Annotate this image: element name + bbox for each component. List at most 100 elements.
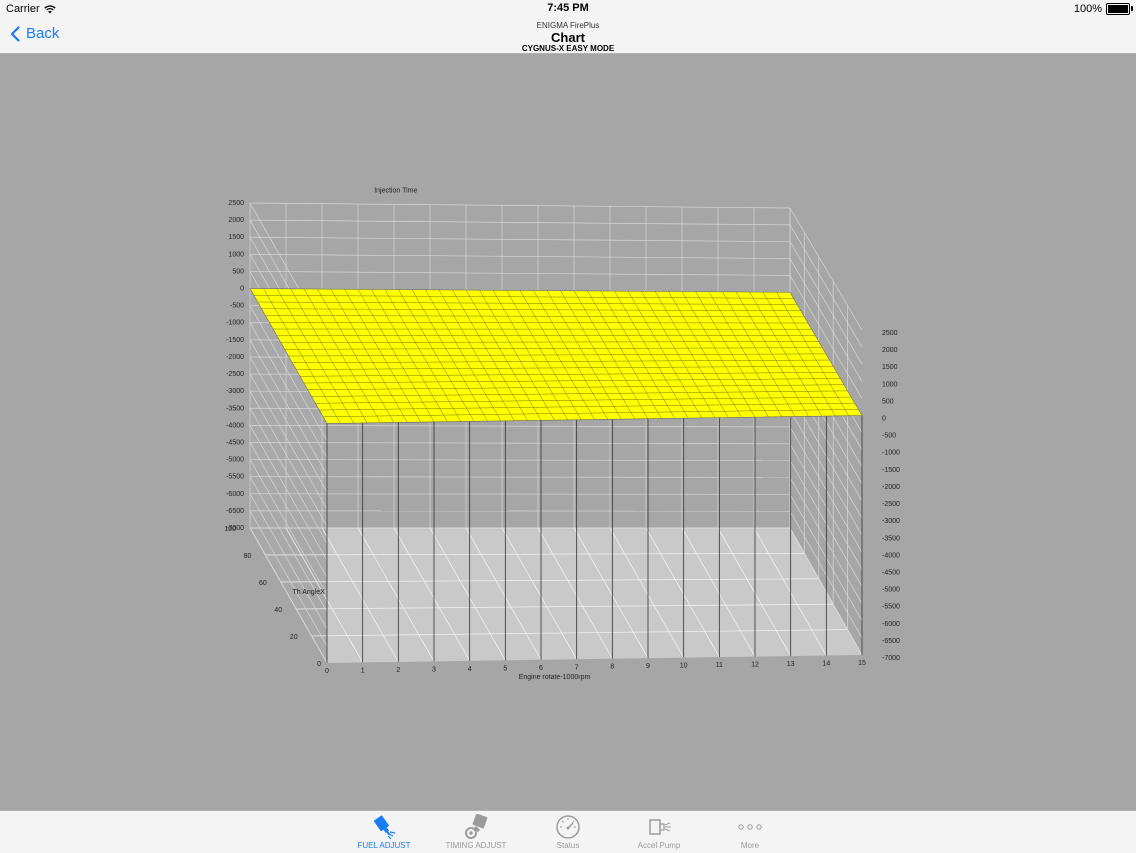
tab-label: FUEL ADJUST [339, 841, 429, 850]
chart-floor-panel [250, 528, 862, 663]
z-tick-label-right: -2000 [882, 484, 900, 491]
z-tick-label-right: -4500 [882, 569, 900, 576]
status-bar: Carrier 7:45 PM 100% [0, 0, 1136, 18]
x-tick-label: 1 [361, 667, 365, 674]
tab-fuel-adjust[interactable]: FUEL ADJUST [339, 813, 429, 850]
y-tick-label: 60 [259, 580, 267, 587]
x-tick-label: 13 [787, 661, 795, 668]
y-tick-label: 20 [290, 634, 298, 641]
z-tick-label-right: -1000 [882, 450, 900, 457]
fuel-injector-icon [370, 814, 398, 840]
battery-indicator: 100% [1074, 3, 1130, 15]
z-tick-label-left: -3000 [226, 388, 244, 395]
z-tick-label-right: -5500 [882, 604, 900, 611]
back-wall-grid-line [250, 237, 790, 241]
y-tick-label: 80 [244, 553, 252, 560]
z-tick-label-left: -6000 [226, 491, 244, 498]
x-tick-label: 9 [646, 663, 650, 670]
tab-label: Accel Pump [614, 841, 704, 850]
z-tick-label-left: 1000 [228, 251, 244, 258]
tab-label: TIMING ADJUST [431, 841, 521, 850]
z-tick-label-left: -1500 [226, 337, 244, 344]
z-tick-label-right: -3500 [882, 535, 900, 542]
battery-icon [1106, 3, 1130, 15]
z-tick-label-left: -1000 [226, 320, 244, 327]
tab-accel-pump[interactable]: Accel Pump [614, 813, 704, 850]
z-tick-label-left: -5500 [226, 474, 244, 481]
gauge-icon [554, 814, 582, 840]
tab-label: More [705, 841, 795, 850]
y-tick-label: 100 [224, 526, 236, 533]
z-tick-label-left: 2500 [228, 200, 244, 207]
z-tick-label-right: 1500 [882, 364, 898, 371]
page-title: Chart [0, 31, 1136, 44]
timing-icon [462, 814, 490, 840]
back-wall-grid-line [250, 220, 790, 225]
back-wall-grid-line [250, 442, 790, 443]
tab-bar: FUEL ADJUST TIMING ADJUST [0, 810, 1136, 853]
nav-titles: ENIGMA FirePlus Chart CYGNUS-X EASY MODE [0, 22, 1136, 53]
back-wall-grid-line [250, 203, 790, 208]
back-wall-grid-line [250, 494, 790, 495]
back-wall-grid-line [250, 425, 790, 427]
x-tick-label: 12 [751, 662, 759, 669]
z-tick-label-right: 2500 [882, 330, 898, 337]
z-tick-label-right: 500 [882, 398, 894, 405]
z-tick-label-right: -6000 [882, 621, 900, 628]
z-tick-label-right: -3000 [882, 518, 900, 525]
x-tick-label: 2 [396, 667, 400, 674]
y-axis-label: Th AngleX [292, 589, 325, 596]
x-tick-label: 10 [680, 663, 688, 670]
x-axis-label: Engine rotate-1000rpm [519, 674, 591, 681]
x-tick-label: 14 [822, 661, 830, 668]
z-tick-label-left: 1500 [228, 234, 244, 241]
origin-tick-label: 0 [317, 661, 321, 668]
z-tick-label-left: -500 [230, 303, 244, 310]
back-wall-grid-line [250, 477, 790, 478]
x-tick-label: 15 [858, 660, 866, 667]
x-tick-label: 5 [503, 665, 507, 672]
z-tick-label-right: 2000 [882, 347, 898, 354]
z-tick-label-left: -2500 [226, 371, 244, 378]
tab-timing-adjust[interactable]: TIMING ADJUST [431, 813, 521, 850]
x-tick-label: 7 [575, 664, 579, 671]
chart-title: Injection Time [374, 187, 417, 194]
z-tick-label-left: 0 [240, 286, 244, 293]
tab-label: Status [523, 841, 613, 850]
z-tick-label-right: -1500 [882, 467, 900, 474]
x-tick-label: 4 [468, 666, 472, 673]
x-tick-label: 6 [539, 665, 543, 672]
x-tick-label: 11 [716, 662, 723, 669]
z-tick-label-right: -2500 [882, 501, 900, 508]
z-tick-label-left: -3500 [226, 405, 244, 412]
z-tick-label-right: -5000 [882, 587, 900, 594]
z-tick-label-right: 1000 [882, 381, 898, 388]
x-tick-label: 0 [325, 668, 329, 675]
z-tick-label-right: -4000 [882, 552, 900, 559]
clock: 7:45 PM [0, 2, 1136, 14]
battery-percent: 100% [1074, 3, 1102, 15]
back-wall-grid-line [250, 254, 790, 258]
more-dots-icon [736, 814, 764, 840]
accel-pump-icon [645, 814, 673, 840]
z-tick-label-left: -5000 [226, 457, 244, 464]
y-tick-label: 40 [274, 607, 282, 614]
chart-area[interactable]: 25002000150010005000-500-1000-1500-2000-… [0, 54, 1136, 810]
back-wall-grid-line [250, 460, 790, 461]
x-tick-label: 3 [432, 666, 436, 673]
z-tick-label-left: -6500 [226, 508, 244, 515]
page-subtitle: CYGNUS-X EASY MODE [0, 45, 1136, 53]
tab-status[interactable]: Status [523, 813, 613, 850]
tab-more[interactable]: More [705, 813, 795, 850]
z-tick-label-left: 500 [232, 268, 244, 275]
z-tick-label-right: -6500 [882, 638, 900, 645]
z-tick-label-left: 2000 [228, 217, 244, 224]
z-tick-label-left: -2000 [226, 354, 244, 361]
back-wall-grid-line [250, 271, 790, 275]
surface-chart[interactable]: 25002000150010005000-500-1000-1500-2000-… [0, 54, 1136, 810]
app-name: ENIGMA FirePlus [0, 22, 1136, 30]
z-tick-label-right: 0 [882, 416, 886, 423]
z-tick-label-left: -4000 [226, 422, 244, 429]
z-tick-label-left: -4500 [226, 439, 244, 446]
z-tick-label-right: -7000 [882, 655, 900, 662]
